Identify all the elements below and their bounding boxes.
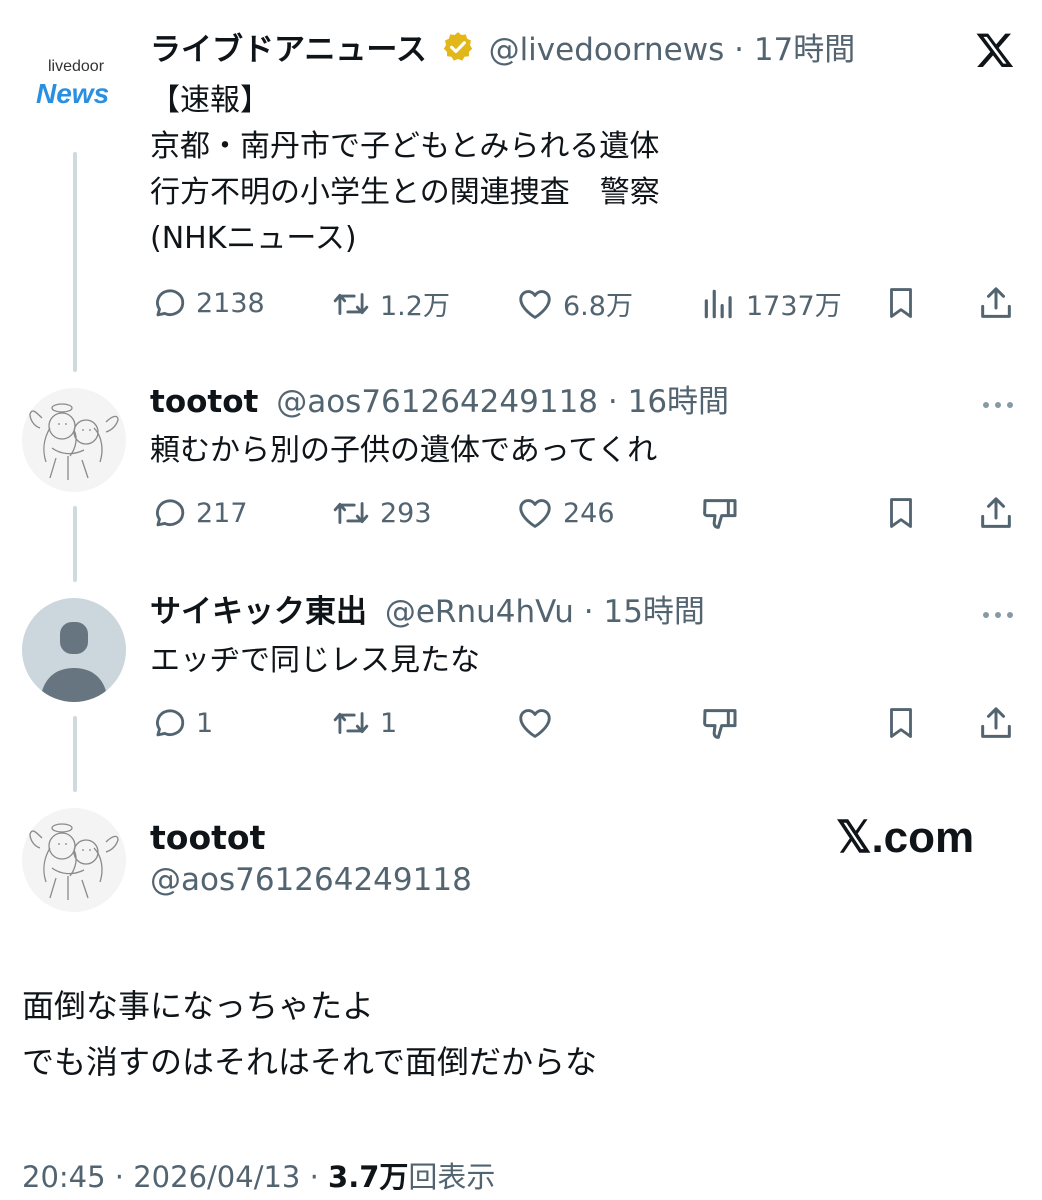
post-body: 頼むから別の子供の遺体であってくれ [150,433,658,468]
dislike-button[interactable] [700,704,740,744]
reply-count: 1 [196,707,214,739]
timestamp[interactable]: 16時間 [628,384,729,420]
default-avatar[interactable] [22,598,126,702]
tootot-avatar[interactable] [22,808,126,912]
post-time[interactable]: 20:45 [22,1160,106,1194]
thread-line [73,152,77,372]
verified-badge-icon [441,30,475,74]
separator-dot: · [734,32,744,68]
repost-count: 1.2万 [380,291,450,322]
avatar-livedoor-text: livedoor [48,58,105,75]
repost-icon [333,712,369,734]
like-button[interactable] [515,704,555,742]
like-count: 6.8万 [563,291,633,322]
post-body: 【速報】 京都・南丹市で子どもとみられる遺体 行方不明の小学生との関連捜査 警察… [150,78,660,262]
views-label: 回表示 [408,1160,496,1194]
bookmark-icon [890,498,912,528]
tootot-avatar[interactable] [22,388,126,492]
post-date[interactable]: 2026/04/13 [133,1160,300,1194]
bookmark-icon [890,288,912,318]
post-header: ライブドアニュース @livedoornews · 17時間 [150,30,855,74]
thumbs-down-icon [703,499,737,529]
x-logo-icon [974,30,1016,74]
reply-count: 217 [196,497,248,529]
body-line: でも消すのはそれはそれで面倒だからな [22,1043,598,1081]
share-button[interactable] [976,703,1016,743]
bookmark-button[interactable] [882,703,920,743]
repost-button[interactable]: 1.2万 [330,284,450,323]
thread-line [73,506,77,582]
post-meta: 20:45 · 2026/04/13 · 3.7万回表示 [22,1154,495,1196]
separator-dot: · [309,1160,319,1194]
views-button[interactable]: 1737万 [700,284,842,323]
heart-icon [519,499,551,528]
views-count: 3.7万 [328,1160,409,1194]
share-icon [981,497,1011,528]
heart-icon [519,289,551,319]
bookmark-button[interactable] [882,493,920,533]
like-button[interactable]: 6.8万 [515,284,633,323]
display-name[interactable]: サイキック東出 [150,594,367,630]
share-button[interactable] [976,493,1016,533]
dislike-button[interactable] [700,494,740,534]
repost-icon [333,502,369,524]
reply-count: 2138 [196,287,265,319]
reply-button[interactable]: 1 [150,704,213,742]
x-com-brand: 𝕏.com [836,813,975,862]
reply-button[interactable]: 217 [150,494,248,532]
main-display-name[interactable]: tootot [150,818,265,857]
repost-button[interactable]: 1 [330,704,397,742]
views-chart-icon [704,289,732,318]
post-header: サイキック東出 @eRnu4hVu · 15時間 [150,592,705,632]
body-line: 面倒な事になっちゃたよ [22,987,375,1025]
reply-icon [156,289,185,317]
timestamp[interactable]: 17時間 [754,32,855,68]
bookmark-icon [890,708,912,738]
like-count: 246 [563,497,615,529]
main-handle[interactable]: @aos761264249118 [150,862,472,898]
share-button[interactable] [976,283,1016,323]
bookmark-button[interactable] [882,283,920,323]
thread-line [73,716,77,792]
repost-button[interactable]: 293 [330,494,432,532]
repost-count: 1 [380,707,398,739]
display-name[interactable]: tootot [150,384,258,420]
body-line: (NHKニュース) [150,221,357,256]
heart-icon [519,709,551,738]
display-name[interactable]: ライブドアニュース [150,32,427,68]
handle[interactable]: @eRnu4hVu [385,594,574,630]
post-body: エッヂで同じレス見たな [150,643,480,678]
sketch-illustration-icon [29,403,119,480]
share-icon [981,707,1011,738]
reply-icon [156,709,185,737]
views-count: 1737万 [746,291,842,322]
like-button[interactable]: 246 [515,494,615,532]
repost-icon [333,292,369,315]
reply-button[interactable]: 2138 [150,284,265,322]
body-line: 京都・南丹市で子どもとみられる遺体 [150,129,660,164]
livedoor-news-avatar[interactable]: livedoor News [20,40,130,130]
separator-dot: · [607,384,618,420]
thumbs-down-icon [703,709,737,739]
handle[interactable]: @livedoornews [489,32,725,68]
body-line: 【速報】 [150,83,270,118]
default-user-icon [40,622,108,702]
separator-dot: · [583,594,594,630]
handle[interactable]: @aos761264249118 [276,384,598,420]
separator-dot: · [114,1160,125,1194]
reply-icon [156,499,185,527]
share-icon [981,287,1011,318]
post-header: tootot @aos761264249118 · 16時間 [150,382,729,422]
main-post-body: 面倒な事になっちゃたよ でも消すのはそれはそれで面倒だからな [22,978,597,1090]
sketch-illustration-icon [29,823,119,900]
more-options-icon[interactable] [980,396,1016,415]
timestamp[interactable]: 15時間 [603,594,704,630]
body-line: 行方不明の小学生との関連捜査 警察 [150,175,660,210]
more-options-icon[interactable] [980,606,1016,625]
repost-count: 293 [380,497,432,529]
avatar-news-text: News [36,78,110,109]
